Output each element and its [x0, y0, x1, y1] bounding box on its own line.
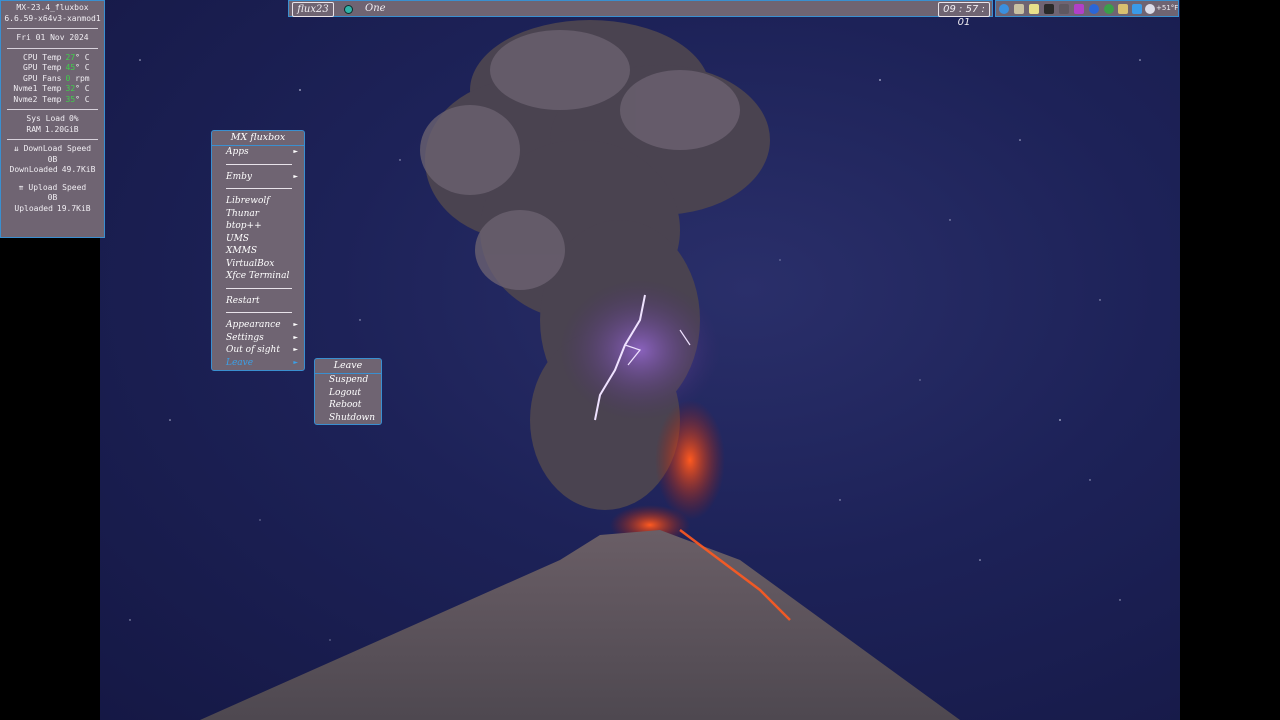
- menu-item-emby[interactable]: Emby ►: [212, 171, 304, 184]
- menu-item-btop[interactable]: btop++: [212, 220, 304, 233]
- menu-item-reboot[interactable]: Reboot: [315, 399, 381, 412]
- media-icon[interactable]: [1074, 4, 1084, 14]
- divider: [7, 47, 98, 49]
- workspace-label-button[interactable]: flux23: [292, 2, 334, 17]
- fluxbox-toolbar: flux23 One 09 : 57 : 01: [288, 0, 993, 28]
- network-icon[interactable]: [1089, 4, 1099, 14]
- menu-item-appearance[interactable]: Appearance ►: [212, 319, 304, 332]
- menu-item-shutdown[interactable]: Shutdown: [315, 412, 381, 425]
- menu-divider: [226, 188, 292, 189]
- sensor-row-nvme2-temp: Nvme2 Temp 35° C: [13, 94, 90, 104]
- submenu-arrow-icon: ►: [293, 346, 298, 353]
- sensor-row-nvme1-temp: Nvme1 Temp 32° C: [13, 84, 90, 93]
- files-icon[interactable]: [1014, 4, 1024, 14]
- browser-icon[interactable]: [999, 4, 1009, 14]
- kernel-label: 6.6.59-x64v3-xanmod1: [4, 13, 101, 23]
- menu-item-ums[interactable]: UMS: [212, 233, 304, 246]
- workspace-name[interactable]: One: [365, 2, 386, 16]
- leave-submenu: Leave Suspend Logout Reboot Shutdown: [314, 358, 382, 425]
- sensor-row-gpu-temp: GPU Temp 45° C: [22, 63, 90, 72]
- submenu-arrow-icon: ►: [293, 333, 298, 341]
- distro-label: MX-23.4_fluxbox: [16, 3, 89, 12]
- update-icon[interactable]: [1104, 4, 1114, 14]
- sensor-row-gpu-fans: GPU Fans 0 rpm: [22, 73, 90, 83]
- divider: [7, 28, 98, 29]
- weather-temperature[interactable]: +51°F: [1156, 2, 1178, 14]
- menu-item-suspend[interactable]: Suspend: [315, 374, 381, 387]
- menu-item-virtualbox[interactable]: VirtualBox: [212, 258, 304, 271]
- menu-item-xfce-terminal[interactable]: Xfce Terminal: [212, 270, 304, 283]
- menu-item-logout[interactable]: Logout: [315, 387, 381, 400]
- downloaded-row: DownLoaded 49.7KiB: [9, 165, 96, 174]
- system-tray: +51°F: [995, 0, 1179, 17]
- menu-item-apps[interactable]: Apps ►: [212, 146, 304, 159]
- submenu-arrow-icon: ►: [293, 358, 298, 366]
- clock[interactable]: 09 : 57 : 01: [938, 2, 990, 28]
- volume-icon[interactable]: [1059, 4, 1069, 14]
- root-menu-title: MX fluxbox: [212, 131, 304, 146]
- menu-item-xmms[interactable]: XMMS: [212, 245, 304, 258]
- workspace-indicator-icon[interactable]: [344, 5, 353, 14]
- leave-submenu-title: Leave: [315, 359, 381, 374]
- download-speed-label: ⇊ DownLoad Speed: [13, 144, 92, 153]
- download-speed-value: 0B: [47, 154, 58, 164]
- menu-item-leave[interactable]: Leave ►: [212, 357, 304, 370]
- upload-speed-value: 0B: [47, 193, 58, 202]
- divider: [7, 139, 98, 140]
- menu-item-settings[interactable]: Settings ►: [212, 332, 304, 345]
- terminal-icon[interactable]: [1044, 4, 1054, 14]
- submenu-arrow-icon: ►: [293, 321, 298, 328]
- menu-divider: [226, 312, 292, 313]
- menu-item-thunar[interactable]: Thunar: [212, 208, 304, 221]
- editor-icon[interactable]: [1029, 4, 1039, 14]
- menu-item-out-of-sight[interactable]: Out of sight ►: [212, 344, 304, 357]
- upload-speed-label: ⇈ Upload Speed: [18, 182, 87, 192]
- sensor-row-cpu-temp: CPU Temp 27° C: [22, 52, 90, 62]
- sys-load-row: Sys Load 0%: [26, 114, 79, 123]
- conky-system-monitor: MX-23.4_fluxbox 6.6.59-x64v3-xanmod1 Fri…: [0, 0, 105, 238]
- uploaded-row: Uploaded 19.7KiB: [14, 203, 91, 213]
- weather-icon[interactable]: [1145, 4, 1155, 14]
- submenu-arrow-icon: ►: [293, 148, 298, 155]
- fluxbox-root-menu: MX fluxbox Apps ► Emby ► Librewolf Thunar …: [211, 130, 305, 371]
- menu-item-restart[interactable]: Restart: [212, 295, 304, 308]
- menu-divider: [226, 163, 292, 165]
- menu-divider: [226, 287, 292, 289]
- screen-edge: [1180, 0, 1280, 720]
- date-label: Fri 01 Nov 2024: [16, 33, 89, 42]
- clipboard-icon[interactable]: [1118, 4, 1128, 14]
- divider: [4, 179, 101, 180]
- display-icon[interactable]: [1132, 4, 1142, 14]
- divider: [7, 109, 98, 110]
- ram-row: RAM 1.20GiB: [26, 124, 79, 134]
- submenu-arrow-icon: ►: [293, 172, 298, 180]
- menu-item-librewolf[interactable]: Librewolf: [212, 195, 304, 208]
